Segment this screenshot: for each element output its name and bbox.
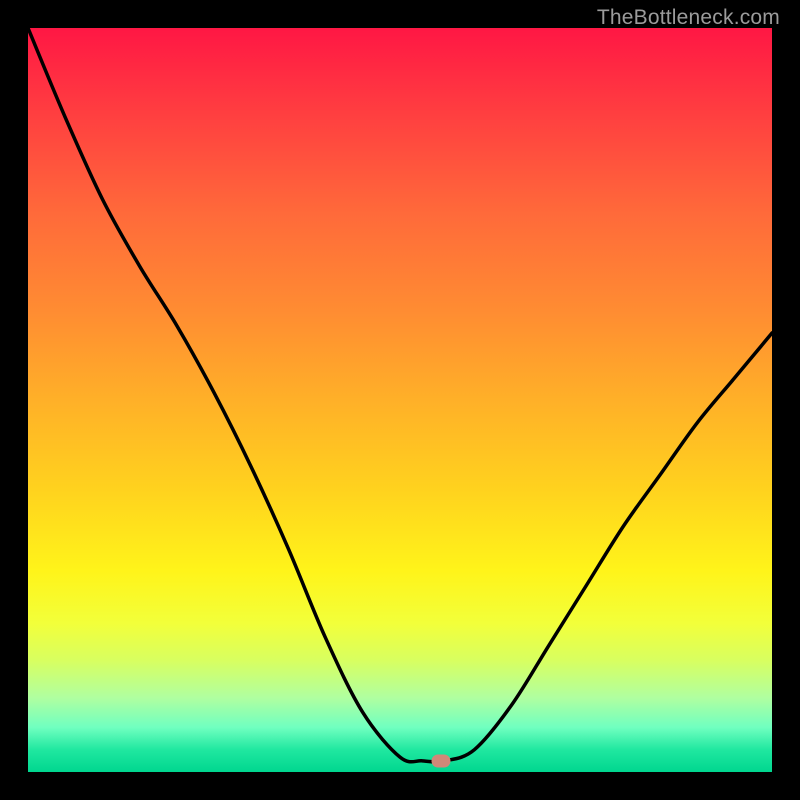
optimum-marker: [431, 754, 450, 767]
bottleneck-curve: [28, 28, 772, 772]
watermark-text: TheBottleneck.com: [597, 6, 780, 30]
plot-area: [28, 28, 772, 772]
chart-container: TheBottleneck.com: [0, 0, 800, 800]
